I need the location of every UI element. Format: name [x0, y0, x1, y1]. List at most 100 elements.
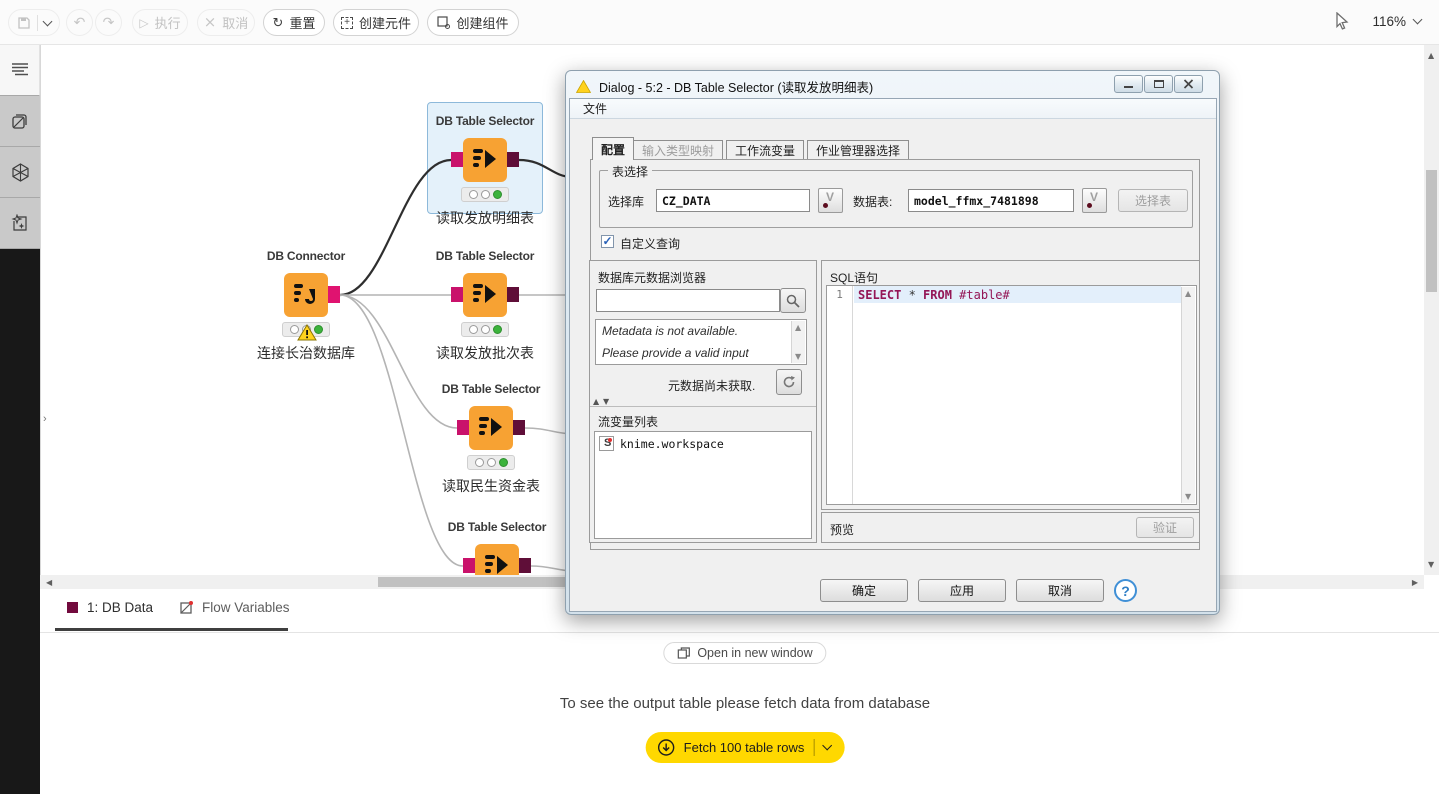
- custom-query-checkbox[interactable]: [601, 235, 614, 248]
- validate-button[interactable]: 验证: [1136, 517, 1194, 538]
- tab-config[interactable]: 配置: [592, 137, 634, 160]
- tab-db-data[interactable]: 1: DB Data: [67, 600, 153, 615]
- scroll-right-icon[interactable]: [1412, 578, 1418, 587]
- db-output-port[interactable]: [513, 420, 525, 435]
- table-selection-group: 表选择 选择库 CZ_DATA 数据表: model_ffmx_7481898 …: [599, 170, 1193, 228]
- node-db-table-selector-3[interactable]: DB Table Selector 读取民生资金表: [416, 382, 566, 496]
- reset-icon: [273, 16, 284, 30]
- db-output-port[interactable]: [519, 558, 531, 573]
- db-selector-glyph: [472, 283, 498, 307]
- metadata-search-input[interactable]: [596, 289, 780, 312]
- splitter-down-icon[interactable]: [603, 397, 609, 406]
- db-input-port[interactable]: [451, 287, 463, 302]
- maximize-button[interactable]: [1144, 75, 1173, 93]
- select-table-button[interactable]: 选择表: [1118, 189, 1188, 212]
- dialog-titlebar[interactable]: Dialog - 5:2 - DB Table Selector (读取发放明细…: [570, 75, 1190, 97]
- tab-input-type-mapping[interactable]: 输入类型映射: [633, 140, 723, 160]
- zoom-level[interactable]: 116%: [1372, 14, 1406, 29]
- tab-input-type-mapping-label: 输入类型映射: [642, 142, 714, 159]
- scroll-down-icon[interactable]: [795, 352, 801, 361]
- db-table-selector-node-icon[interactable]: [463, 138, 507, 182]
- db-output-port[interactable]: [507, 152, 519, 167]
- dialog-cancel-button[interactable]: 取消: [1016, 579, 1104, 602]
- apply-label: 应用: [950, 582, 974, 599]
- db-table-selector-dialog: Dialog - 5:2 - DB Table Selector (读取发放明细…: [565, 70, 1220, 615]
- tab-workflow-variables[interactable]: 工作流变量: [726, 140, 804, 160]
- fetch-options-chevron-icon[interactable]: [822, 741, 832, 751]
- sql-code-line[interactable]: SELECT * FROM #table#: [854, 286, 1181, 303]
- scroll-left-icon[interactable]: [46, 578, 52, 587]
- fetch-rows-label: Fetch 100 table rows: [684, 740, 805, 755]
- cancel-exec-button[interactable]: 取消: [197, 9, 255, 36]
- db-table-selector-node-icon[interactable]: [469, 406, 513, 450]
- db-input-port[interactable]: [451, 152, 463, 167]
- node-label: 连接长治数据库: [231, 343, 381, 363]
- flow-variable-list[interactable]: knime.workspace: [594, 431, 812, 539]
- fetch-rows-button[interactable]: Fetch 100 table rows: [646, 732, 845, 763]
- minimize-button[interactable]: [1114, 75, 1143, 93]
- sidebar-item-ai[interactable]: [0, 198, 40, 249]
- metadata-refresh-button[interactable]: [776, 369, 802, 395]
- schema-input[interactable]: CZ_DATA: [656, 189, 810, 212]
- sidebar-item-description[interactable]: [0, 45, 40, 96]
- create-component-button[interactable]: 创建组件: [427, 9, 519, 36]
- splitter-up-icon[interactable]: [593, 397, 599, 406]
- scroll-down-icon[interactable]: [1185, 492, 1191, 501]
- canvas-vscrollbar[interactable]: [1424, 45, 1439, 575]
- node-db-table-selector-1[interactable]: DB Table Selector 读取发放明细表: [410, 114, 560, 228]
- close-button[interactable]: [1174, 75, 1203, 93]
- scroll-up-icon[interactable]: [1185, 289, 1191, 298]
- sidebar-item-hub[interactable]: [0, 147, 40, 198]
- open-in-new-window-button[interactable]: Open in new window: [663, 642, 826, 664]
- db-input-port[interactable]: [457, 420, 469, 435]
- zoom-chevron-icon[interactable]: [1413, 15, 1423, 25]
- vscroll-thumb[interactable]: [1426, 170, 1437, 292]
- schema-flowvar-button[interactable]: [818, 188, 843, 213]
- db-connector-glyph: [293, 283, 319, 307]
- db-input-port[interactable]: [463, 558, 475, 573]
- tab-job-manager[interactable]: 作业管理器选择: [807, 140, 909, 160]
- help-button[interactable]: [1114, 579, 1137, 602]
- node-db-table-selector-2[interactable]: DB Table Selector 读取发放批次表: [410, 249, 560, 363]
- create-metanode-label: 创建元件: [359, 13, 411, 32]
- undo-button[interactable]: [66, 9, 93, 36]
- db-selector-glyph: [478, 416, 504, 440]
- undo-icon: [74, 16, 86, 30]
- expand-panel-chevron[interactable]: ›: [43, 413, 47, 425]
- metadata-search-button[interactable]: [780, 288, 806, 313]
- node-db-table-selector-4[interactable]: DB Table Selector: [422, 520, 572, 575]
- metadata-scrollbar[interactable]: [791, 321, 805, 363]
- sidebar-item-nodes[interactable]: [0, 96, 40, 147]
- menu-file[interactable]: 文件: [570, 100, 616, 117]
- ok-button[interactable]: 确定: [820, 579, 908, 602]
- reset-label: 重置: [289, 13, 315, 32]
- node-db-connector[interactable]: DB Connector 连接长治数据库: [231, 249, 381, 363]
- create-metanode-button[interactable]: + 创建元件: [333, 9, 419, 36]
- db-output-port[interactable]: [507, 287, 519, 302]
- db-table-selector-node-icon[interactable]: [475, 544, 519, 575]
- db-table-selector-node-icon[interactable]: [463, 273, 507, 317]
- save-button-group[interactable]: [8, 9, 60, 36]
- scroll-up-icon[interactable]: [1428, 51, 1434, 60]
- apply-button[interactable]: 应用: [918, 579, 1006, 602]
- sql-editor-scrollbar[interactable]: [1181, 287, 1195, 503]
- node-title: DB Connector: [231, 249, 381, 267]
- table-input[interactable]: model_ffmx_7481898: [908, 189, 1074, 212]
- tab-flow-variables[interactable]: Flow Variables: [180, 600, 290, 615]
- db-output-port[interactable]: [328, 286, 340, 303]
- flow-variable-item[interactable]: knime.workspace: [599, 436, 724, 451]
- db-connector-node-icon[interactable]: [284, 273, 328, 317]
- string-variable-icon: [599, 436, 614, 451]
- table-flowvar-button[interactable]: [1082, 188, 1107, 213]
- redo-button[interactable]: [95, 9, 122, 36]
- execute-button[interactable]: 执行: [132, 9, 188, 36]
- node-status-traffic-light: [461, 187, 509, 202]
- sql-editor[interactable]: 1 SELECT * FROM #table#: [826, 285, 1197, 505]
- scroll-down-icon[interactable]: [1428, 560, 1434, 569]
- scroll-up-icon[interactable]: [795, 323, 801, 332]
- save-icon: [17, 16, 31, 30]
- reset-button[interactable]: 重置: [263, 9, 325, 36]
- dialog-menubar: 文件: [570, 99, 1216, 119]
- splitter[interactable]: [590, 406, 816, 407]
- sql-keyword-select: SELECT: [858, 288, 901, 302]
